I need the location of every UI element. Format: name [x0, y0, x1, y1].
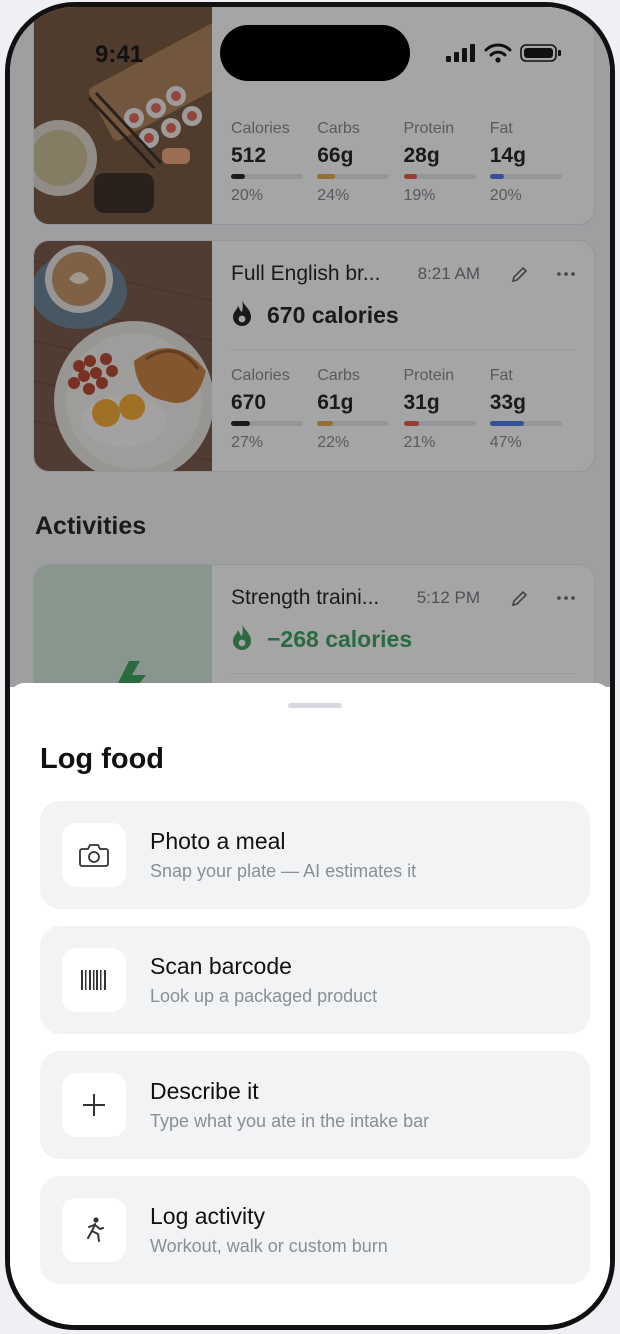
camera-icon: [62, 823, 126, 887]
log-food-sheet: Log food Photo a meal Snap your plate — …: [10, 683, 610, 1325]
option-subtitle: Type what you ate in the intake bar: [150, 1111, 430, 1131]
log-activity-option[interactable]: Log activity Workout, walk or custom bur…: [40, 1176, 590, 1284]
phone-frame: Calories 512 20% Carbs 66g 24% Protein 28g 19% Fa…: [5, 2, 615, 1330]
screen: Calories 512 20% Carbs 66g 24% Protein 28g 19% Fa…: [10, 7, 610, 1325]
option-title: Scan barcode: [150, 953, 292, 979]
photo-meal-option[interactable]: Photo a meal Snap your plate — AI estima…: [40, 801, 590, 909]
barcode-icon: [62, 948, 126, 1012]
modal-scrim[interactable]: [10, 7, 610, 687]
cellular-signal-icon: [446, 43, 476, 68]
status-time: 9:41: [95, 41, 144, 68]
option-title: Describe it: [150, 1078, 259, 1104]
battery-icon: [520, 43, 562, 68]
running-figure-icon: [62, 1198, 126, 1262]
option-subtitle: Look up a packaged product: [150, 986, 378, 1006]
option-subtitle: Snap your plate — AI estimates it: [150, 861, 417, 881]
describe-it-option[interactable]: Describe it Type what you ate in the int…: [40, 1051, 590, 1159]
wifi-icon: [484, 43, 512, 68]
option-title: Log activity: [150, 1203, 266, 1229]
plus-icon: [62, 1073, 126, 1137]
sheet-title: Log food: [40, 743, 165, 775]
option-subtitle: Workout, walk or custom burn: [150, 1236, 388, 1256]
scan-barcode-option[interactable]: Scan barcode Look up a packaged product: [40, 926, 590, 1034]
option-title: Photo a meal: [150, 828, 286, 854]
sheet-grabber[interactable]: [288, 703, 342, 708]
status-bar: 9:41: [10, 7, 610, 97]
dynamic-island: [220, 25, 410, 81]
